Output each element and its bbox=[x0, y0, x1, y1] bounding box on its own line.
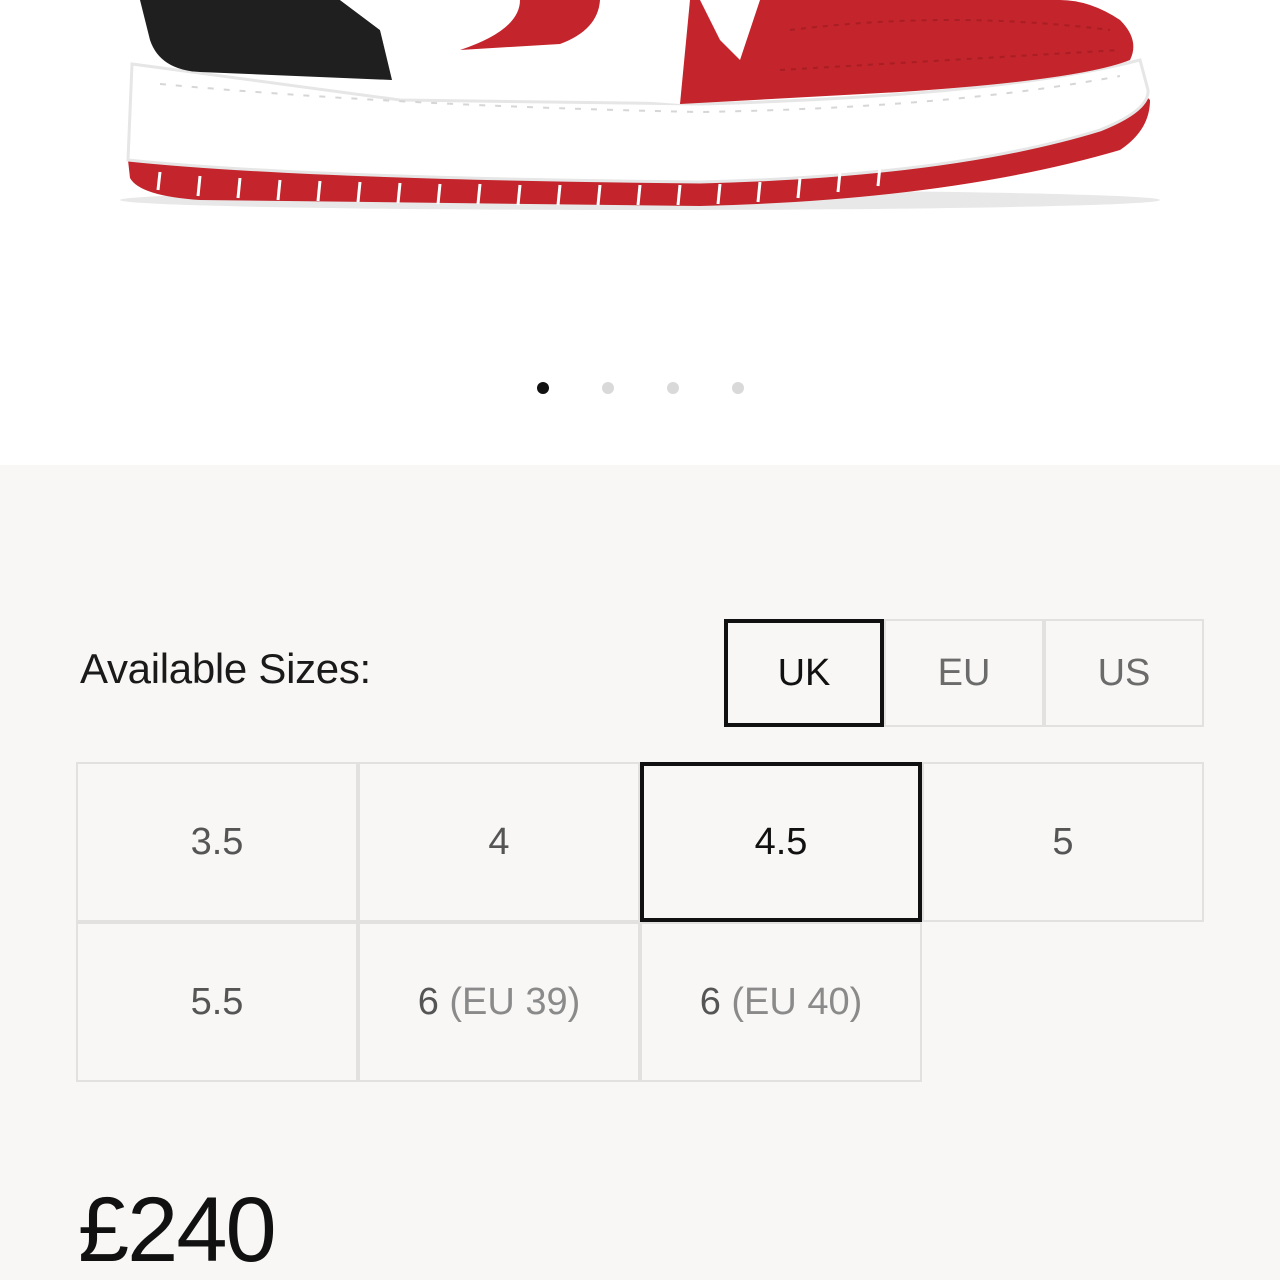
size-value: 3.5 bbox=[190, 820, 244, 863]
size-value: 4.5 bbox=[754, 820, 808, 863]
carousel-dot-3[interactable] bbox=[667, 382, 679, 394]
carousel-dot-1[interactable] bbox=[537, 382, 549, 394]
size-value: 5.5 bbox=[190, 980, 244, 1023]
size-value: 6 bbox=[417, 980, 439, 1023]
size-option[interactable]: 4 bbox=[358, 762, 640, 922]
size-value: 6 bbox=[699, 980, 721, 1023]
size-grid: 3.5 4 4.5 5 5.5 6 (EU 39) 6 (EU 40) bbox=[76, 762, 1204, 1082]
product-price: £240 bbox=[78, 1179, 277, 1280]
size-option[interactable]: 3.5 bbox=[76, 762, 358, 922]
carousel-dot-4[interactable] bbox=[732, 382, 744, 394]
carousel-dots bbox=[0, 382, 1280, 398]
carousel-dot-2[interactable] bbox=[602, 382, 614, 394]
size-option[interactable]: 6 (EU 40) bbox=[640, 922, 922, 1082]
size-option[interactable]: 5.5 bbox=[76, 922, 358, 1082]
size-eu-equivalent: (EU 40) bbox=[731, 980, 863, 1023]
product-image-carousel[interactable] bbox=[0, 0, 1280, 465]
unit-us-button[interactable]: US bbox=[1044, 619, 1204, 727]
size-eu-equivalent: (EU 39) bbox=[449, 980, 581, 1023]
unit-uk-button[interactable]: UK bbox=[724, 619, 884, 727]
size-option[interactable]: 5 bbox=[922, 762, 1204, 922]
size-option-selected[interactable]: 4.5 bbox=[640, 762, 922, 922]
product-page: Available Sizes: UK EU US 3.5 4 4.5 5 5.… bbox=[0, 0, 1280, 1280]
size-value: 5 bbox=[1052, 820, 1074, 863]
unit-eu-button[interactable]: EU bbox=[884, 619, 1044, 727]
sneaker-image bbox=[120, 0, 1160, 210]
size-option[interactable]: 6 (EU 39) bbox=[358, 922, 640, 1082]
size-unit-toggle: UK EU US bbox=[724, 619, 1204, 727]
available-sizes-label: Available Sizes: bbox=[80, 645, 371, 692]
size-value: 4 bbox=[488, 820, 510, 863]
